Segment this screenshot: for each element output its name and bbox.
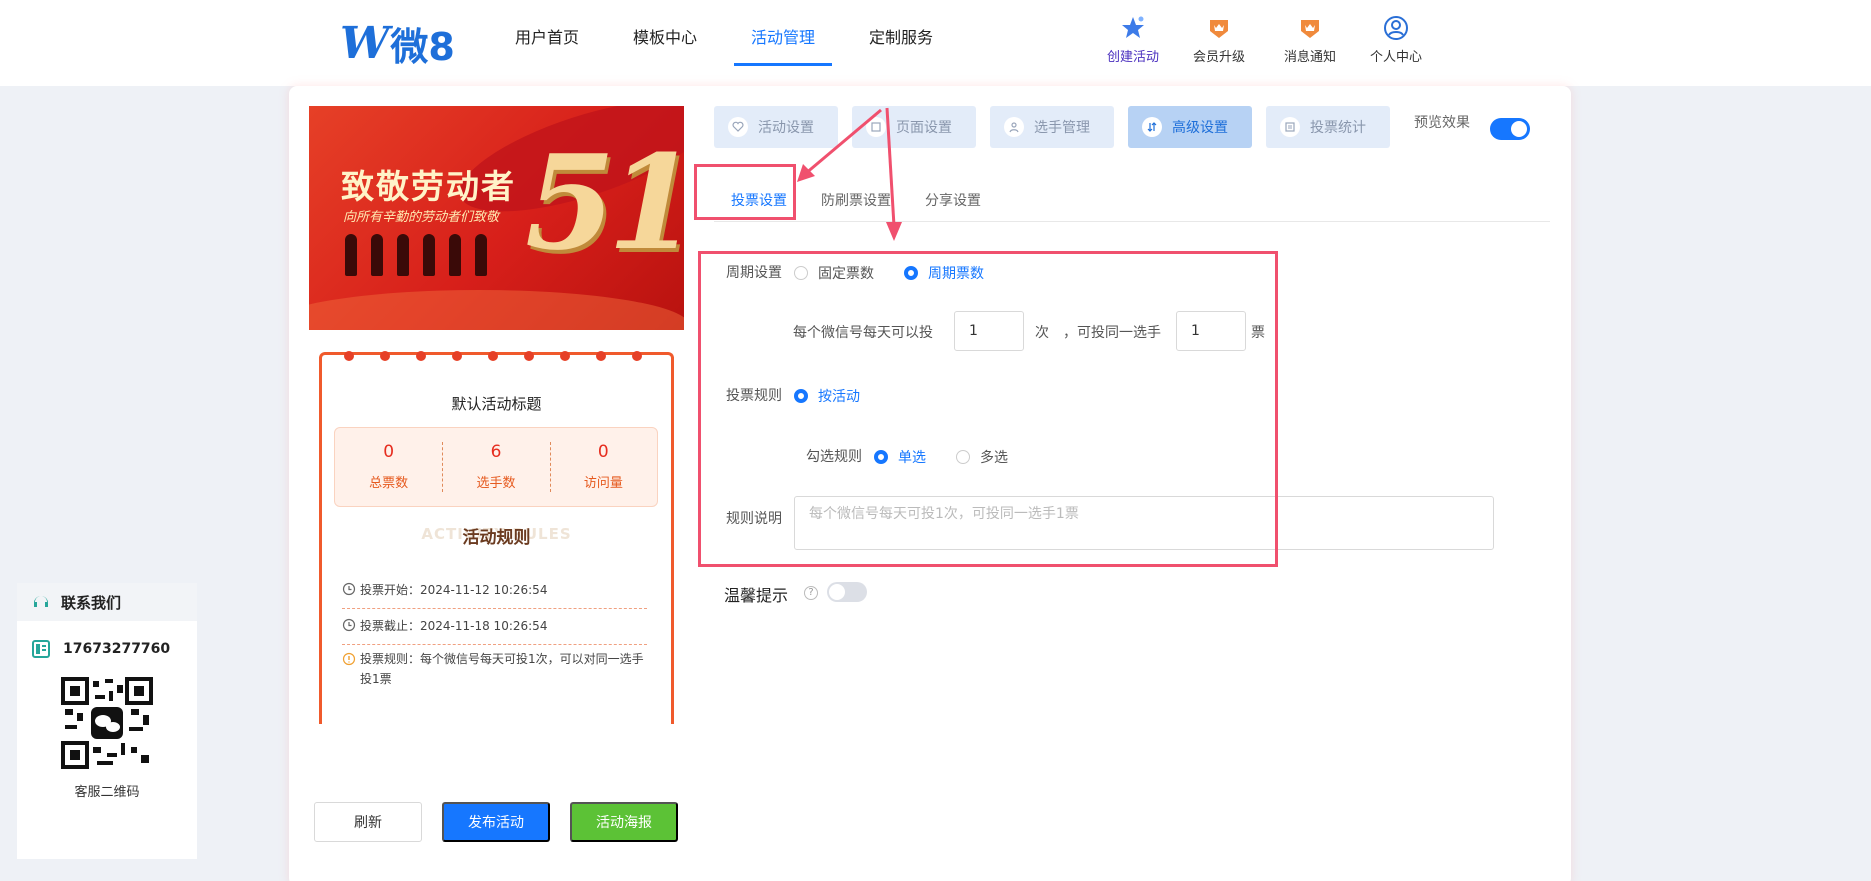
- contact-title: 联系我们: [61, 593, 122, 612]
- user-icon: [1382, 14, 1410, 42]
- chart-icon: [1280, 117, 1300, 137]
- warm-tip-label: 温馨提示: [724, 586, 789, 605]
- notifications-label: 消息通知: [1283, 50, 1336, 65]
- create-activity-button[interactable]: 创建活动: [1093, 14, 1173, 65]
- crown-icon: [1205, 14, 1233, 42]
- rules-heading-cn: 活动规则: [462, 528, 531, 548]
- stat-label: 总票数: [369, 476, 409, 491]
- refresh-button[interactable]: 刷新: [314, 802, 422, 842]
- banner-title: 致敬劳动者: [341, 167, 516, 206]
- tab-share-settings[interactable]: 分享设置: [908, 180, 998, 221]
- create-activity-label: 创建活动: [1106, 50, 1159, 65]
- preview-toggle-label: 预览效果: [1414, 115, 1470, 131]
- logo-w-mark: W: [340, 18, 389, 69]
- contact-header: 联系我们: [17, 583, 197, 621]
- contact-phone-number: 17673277760: [63, 641, 171, 657]
- phone-icon: [32, 640, 50, 658]
- activity-banner: 51 致敬劳动者 向所有辛勤的劳动者们致敬: [309, 106, 684, 330]
- rule-end-time: 投票截止：2024-11-18 10:26:54: [342, 617, 647, 645]
- card-decoration-dots: [344, 351, 642, 361]
- step-vote-statistics[interactable]: 投票统计: [1266, 106, 1390, 148]
- info-icon: [342, 652, 356, 666]
- person-icon: [1004, 117, 1024, 137]
- preview-toggle[interactable]: [1490, 118, 1530, 140]
- top-header: W 微8 用户首页 模板中心 活动管理 定制服务 创建活动 会员升级 消息通知 …: [0, 0, 1871, 86]
- stat-contestants: 6 选手数: [442, 428, 549, 506]
- star-icon: [1119, 14, 1147, 42]
- tab-anti-fraud-settings[interactable]: 防刷票设置: [804, 180, 908, 221]
- stat-label: 选手数: [476, 476, 516, 491]
- customer-service-qr-code: [61, 677, 153, 769]
- help-icon[interactable]: ?: [804, 586, 818, 600]
- sub-tabs: 投票设置 防刷票设置 分享设置: [714, 180, 1550, 222]
- step-activity-settings[interactable]: 活动设置: [714, 106, 838, 148]
- stat-total-votes: 0 总票数: [335, 428, 442, 506]
- main-nav: 用户首页 模板中心 活动管理 定制服务: [488, 0, 960, 86]
- rule-voting: 投票规则：每个微信号每天可投1次，可以对同一选手投1票: [342, 649, 647, 699]
- contact-phone-row: 17673277760: [17, 621, 197, 677]
- clock-icon: [342, 618, 356, 632]
- nav-activity-management[interactable]: 活动管理: [724, 0, 842, 86]
- qr-caption: 客服二维码: [74, 785, 140, 800]
- clock-icon: [342, 582, 356, 596]
- rules-heading: ACTIVITY RULES 活动规则: [322, 525, 671, 548]
- step-page-settings[interactable]: 页面设置: [852, 106, 976, 148]
- rule-start-text: 投票开始：2024-11-12 10:26:54: [360, 583, 548, 597]
- logo-text: 微8: [390, 25, 455, 69]
- member-upgrade-label: 会员升级: [1192, 50, 1245, 65]
- page-icon: [866, 117, 886, 137]
- rule-end-text: 投票截止：2024-11-18 10:26:54: [360, 619, 548, 633]
- activity-info-card: 默认活动标题 0 总票数 6 选手数 0 访问量 ACTIVITY RULES …: [319, 351, 674, 724]
- stat-value: 6: [490, 442, 502, 462]
- personal-center-button[interactable]: 个人中心: [1356, 14, 1436, 65]
- rule-start-time: 投票开始：2024-11-12 10:26:54: [342, 581, 647, 609]
- worker-silhouettes: [345, 234, 487, 276]
- activity-poster-button[interactable]: 活动海报: [570, 802, 678, 842]
- logo[interactable]: W 微8: [340, 16, 455, 71]
- highlight-vote-settings-tab: [694, 164, 796, 220]
- step-contestant-management[interactable]: 选手管理: [990, 106, 1114, 148]
- sort-icon: [1142, 117, 1162, 137]
- stat-value: 0: [383, 442, 395, 462]
- heart-icon: [728, 117, 748, 137]
- step-advanced-settings[interactable]: 高级设置: [1128, 106, 1252, 148]
- activity-title: 默认活动标题: [451, 395, 542, 413]
- banner-number: 51: [525, 126, 684, 279]
- phone-preview: 51 致敬劳动者 向所有辛勤的劳动者们致敬 默认活动标题 0 总票数 6 选手数: [309, 106, 684, 724]
- contact-card: 联系我们 17673277760 客服二维码: [17, 583, 197, 859]
- rule-voting-text: 投票规则：每个微信号每天可投1次，可以对同一选手投1票: [360, 652, 644, 686]
- bell-icon: [1296, 14, 1324, 42]
- banner-subtitle: 向所有辛勤的劳动者们致敬: [343, 210, 500, 225]
- nav-custom-service[interactable]: 定制服务: [842, 0, 960, 86]
- headset-icon: [34, 596, 48, 607]
- stat-visits: 0 访问量: [549, 428, 657, 506]
- member-upgrade-button[interactable]: 会员升级: [1179, 14, 1259, 65]
- stat-value: 0: [597, 442, 609, 462]
- nav-home[interactable]: 用户首页: [488, 0, 606, 86]
- publish-activity-button[interactable]: 发布活动: [442, 802, 550, 842]
- nav-templates[interactable]: 模板中心: [606, 0, 724, 86]
- stat-label: 访问量: [583, 476, 623, 491]
- settings-steps: 活动设置 页面设置 选手管理 高级设置 投票统计: [714, 106, 1390, 148]
- stats-box: 0 总票数 6 选手数 0 访问量: [334, 427, 658, 507]
- warm-tip-toggle[interactable]: [827, 582, 867, 602]
- main-panel: 51 致敬劳动者 向所有辛勤的劳动者们致敬 默认活动标题 0 总票数 6 选手数: [289, 86, 1571, 881]
- personal-center-label: 个人中心: [1369, 50, 1422, 65]
- highlight-vote-form: [698, 251, 1278, 567]
- notifications-button[interactable]: 消息通知: [1270, 14, 1350, 65]
- qr-code-icon: [61, 677, 153, 769]
